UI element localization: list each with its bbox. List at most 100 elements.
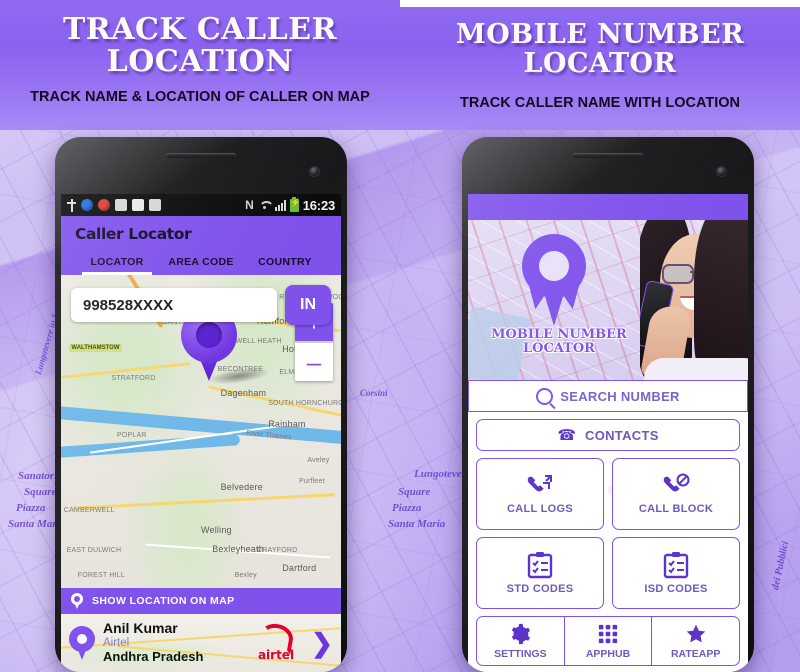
map-label: CRAYFORD: [257, 547, 298, 555]
clipboard-check-icon: [527, 552, 553, 579]
search-icon: [536, 387, 554, 405]
tab-area-code[interactable]: AREA CODE: [159, 256, 243, 275]
clipboard-icon: [149, 199, 161, 211]
map-label: SOUTH HORNCHURCH: [268, 400, 341, 408]
map-label: Dagenham: [220, 387, 267, 398]
header-divider: [400, 0, 800, 7]
right-phone-mockup: MOBILE NUMBER LOCATOR SEARCH NUMBER ☎ CO…: [462, 137, 754, 672]
nfc-off-icon: N: [245, 198, 254, 212]
left-panel-subtitle: TRACK NAME & LOCATION OF CALLER ON MAP: [30, 88, 370, 105]
document-icon: [132, 199, 144, 211]
zoom-out-button[interactable]: –: [295, 343, 333, 381]
front-camera: [310, 167, 319, 176]
map-view[interactable]: WALTHAMSTOW BARKINGSIDE WALTHAMSTOW BARK…: [61, 275, 341, 588]
map-label: Dartford: [282, 562, 317, 573]
phone-top-bezel: [462, 137, 754, 193]
app-logo-line1: MOBILE NUMBER: [491, 327, 627, 342]
earpiece-speaker: [573, 153, 643, 158]
bg-map-label: Corsini: [360, 388, 388, 398]
show-location-bar[interactable]: SHOW LOCATION ON MAP: [61, 588, 341, 614]
star-icon: [686, 624, 705, 642]
map-label: Belvedere: [220, 481, 263, 492]
app-banner: MOBILE NUMBER LOCATOR: [468, 220, 748, 380]
menu-item-apphub[interactable]: APPHUB: [563, 617, 652, 665]
map-label: Bexley: [234, 572, 257, 580]
left-phone-screen: N 16:23 Caller Locator LOCATOR AREA CODE…: [61, 194, 341, 672]
status-bar: N 16:23: [61, 194, 341, 216]
sync-circle-icon: [81, 199, 93, 211]
menu-item-contacts[interactable]: ☎ CONTACTS: [476, 419, 740, 451]
call-logs-label: CALL LOGS: [506, 503, 574, 515]
left-phone-mockup: N 16:23 Caller Locator LOCATOR AREA CODE…: [55, 137, 347, 672]
gear-icon: [512, 623, 531, 644]
record-circle-icon: [98, 199, 110, 211]
tab-bar: LOCATOR AREA CODE COUNTRY: [75, 256, 327, 275]
app-logo-text: MOBILE NUMBER LOCATOR: [484, 328, 634, 355]
map-label: FOREST HILL: [77, 572, 125, 580]
tab-country[interactable]: COUNTRY: [243, 256, 327, 275]
menu-item-settings[interactable]: SETTINGS: [477, 617, 564, 665]
left-panel-title: TRACK CALLER LOCATION: [62, 12, 338, 79]
map-label: POPLAR: [117, 431, 147, 439]
apphub-label: APPHUB: [585, 647, 631, 660]
call-logs-icon: [527, 475, 552, 492]
rateapp-label: RATEAPP: [670, 647, 721, 660]
bg-map-label: Piazza: [392, 502, 422, 514]
result-chevron-icon[interactable]: ❯: [311, 630, 333, 656]
right-phone-screen: MOBILE NUMBER LOCATOR SEARCH NUMBER ☎ CO…: [468, 194, 748, 672]
map-label: Aveley: [307, 456, 330, 464]
number-input[interactable]: 998528XXXX: [71, 288, 277, 322]
left-panel-header: TRACK CALLER LOCATION TRACK NAME & LOCAT…: [0, 0, 400, 130]
call-block-label: CALL BLOCK: [638, 503, 714, 515]
tab-locator[interactable]: LOCATOR: [75, 256, 159, 275]
bg-map-label: Square: [398, 486, 431, 498]
bg-map-label: Piazza: [16, 502, 46, 514]
result-text-block: Anil Kumar Airtel Andhra Pradesh: [103, 621, 241, 664]
right-panel-subtitle: TRACK CALLER NAME WITH LOCATION: [459, 95, 741, 112]
menu-grid: ☎ CONTACTS CALL LOGS CALL BLOCK STD CODE…: [468, 412, 748, 672]
usb-icon: [67, 198, 76, 212]
airtel-logo: airtel: [249, 621, 303, 662]
menu-item-isd-codes[interactable]: ISD CODES: [612, 537, 740, 609]
caller-result-card[interactable]: Anil Kumar Airtel Andhra Pradesh airtel …: [61, 614, 341, 672]
status-bar-clock: 16:23: [302, 197, 335, 213]
battery-charging-icon: [289, 196, 301, 212]
phone-top-bezel: [55, 137, 347, 193]
app-logo-line2: LOCATOR: [523, 340, 595, 356]
wifi-icon: [258, 200, 274, 211]
bg-map-label: dei Pubblici: [770, 540, 792, 591]
road-shield: WALTHAMSTOW: [69, 343, 122, 352]
std-codes-label: STD CODES: [506, 583, 574, 595]
telephone-icon: ☎: [557, 426, 577, 444]
clipboard-check-icon: [663, 552, 689, 579]
map-label: Welling: [201, 525, 232, 536]
menu-item-call-logs[interactable]: CALL LOGS: [476, 458, 604, 530]
contacts-label: CONTACTS: [585, 427, 659, 443]
bg-map-label: Square: [24, 486, 57, 498]
screenshot-root: Lungotevere in Sassia Lungotevere Farnes…: [0, 0, 800, 672]
map-label: Rainham: [268, 418, 306, 429]
banner-photo-woman-on-phone: [640, 220, 748, 380]
settings-label: SETTINGS: [494, 647, 547, 660]
caller-name: Anil Kumar: [103, 620, 178, 637]
locator-app: MOBILE NUMBER LOCATOR SEARCH NUMBER ☎ CO…: [468, 194, 748, 672]
number-search-row: 998528XXXX IN: [71, 285, 331, 325]
right-panel-title: MOBILE NUMBER LOCATOR: [455, 19, 745, 79]
menu-row-utilities: SETTINGS APPHUB RATEAPP: [476, 616, 740, 666]
show-location-label: SHOW LOCATION ON MAP: [92, 595, 235, 607]
call-block-icon: [663, 473, 690, 492]
search-number-field[interactable]: SEARCH NUMBER: [468, 380, 748, 412]
location-pin-icon: [71, 593, 83, 609]
screenshot-icon: [115, 199, 127, 211]
app-title: Caller Locator: [75, 225, 192, 243]
menu-item-std-codes[interactable]: STD CODES: [476, 537, 604, 609]
isd-codes-label: ISD CODES: [644, 583, 708, 595]
front-camera: [717, 167, 726, 176]
menu-item-call-block[interactable]: CALL BLOCK: [612, 458, 740, 530]
result-pin-icon: [69, 626, 95, 660]
country-code-button[interactable]: IN: [285, 285, 331, 325]
menu-item-rateapp[interactable]: RATEAPP: [651, 617, 739, 665]
bg-map-label: Santa Maria: [388, 518, 446, 530]
earpiece-speaker: [166, 153, 236, 158]
map-label: CAMBERWELL: [63, 506, 115, 514]
